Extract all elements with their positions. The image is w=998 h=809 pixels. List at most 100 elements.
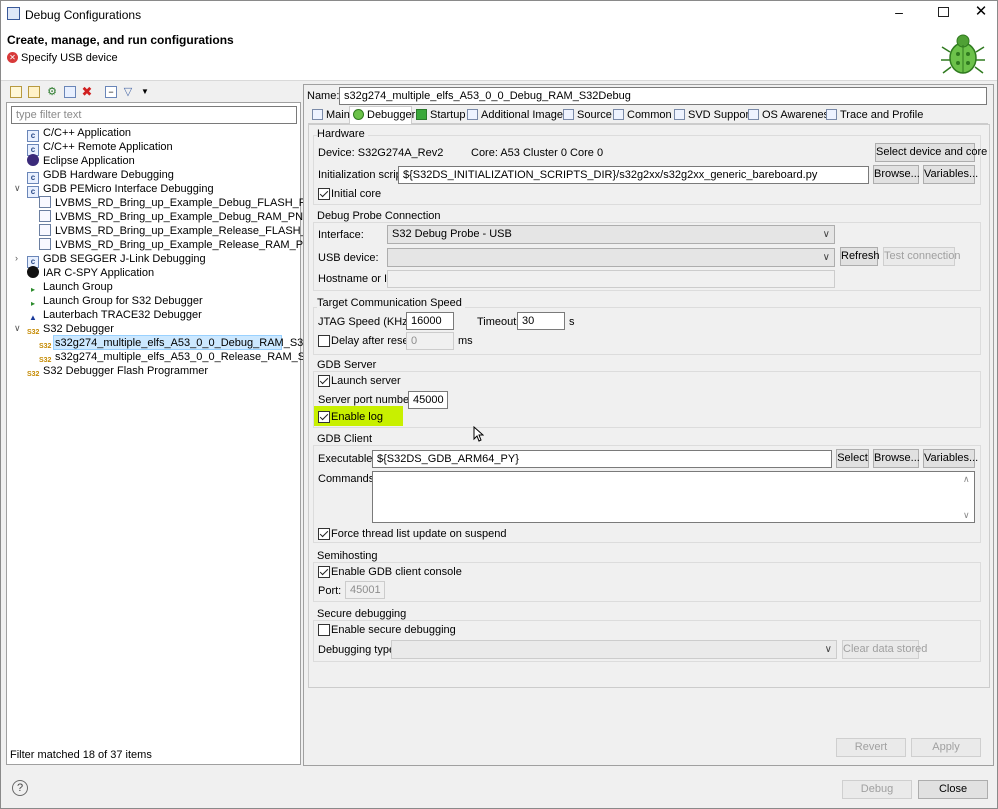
tree-item-cpp-app[interactable]: c C/C++ Application <box>27 126 131 142</box>
tree-item-gdb-segger[interactable]: c GDB SEGGER J-Link Debugging <box>27 252 206 268</box>
duplicate-icon[interactable] <box>64 86 76 98</box>
app-icon <box>7 7 20 20</box>
tab-main[interactable]: Main <box>312 108 350 123</box>
initial-core-checkbox[interactable] <box>318 188 330 200</box>
tree-item-launch-group-s32[interactable]: ▸ Launch Group for S32 Debugger <box>27 294 203 308</box>
scroll-down-icon[interactable]: ∨ <box>963 510 970 521</box>
usb-device-select[interactable]: ∨ <box>387 248 835 267</box>
interface-select[interactable]: S32 Debug Probe - USB ∨ <box>387 225 835 244</box>
tree-item-s32-flash[interactable]: S32 S32 Debugger Flash Programmer <box>27 364 208 378</box>
enable-log-checkbox[interactable] <box>318 411 330 423</box>
chevron-down-icon[interactable]: ∨ <box>14 183 21 194</box>
select-device-core-button[interactable]: Select device and core <box>875 143 987 162</box>
tab-svd-support[interactable]: SVD Support <box>674 108 752 123</box>
force-thread-checkbox[interactable] <box>318 528 330 540</box>
enable-secure-checkbox[interactable] <box>318 624 330 636</box>
c-file-icon: c <box>27 186 39 198</box>
minimize-button[interactable]: – <box>891 5 907 20</box>
tree-item-pe-release-flash[interactable]: LVBMS_RD_Bring_up_Example_Release_FLASH_… <box>39 224 329 238</box>
executable-variables-button[interactable]: Variables... <box>923 449 978 468</box>
delay-input[interactable]: 0 <box>406 332 454 350</box>
semihosting-port-input[interactable]: 45001 <box>345 581 385 599</box>
collapse-all-icon[interactable]: − <box>105 86 117 98</box>
chevron-down-icon[interactable]: ∨ <box>14 323 21 334</box>
tree-item-pe-debug-flash[interactable]: LVBMS_RD_Bring_up_Example_Debug_FLASH_PN… <box>39 196 321 210</box>
close-window-button[interactable]: ✕ <box>973 4 989 20</box>
name-input[interactable]: s32g274_multiple_elfs_A53_0_0_Debug_RAM_… <box>339 87 987 105</box>
debug-button[interactable]: Debug <box>842 780 912 799</box>
executable-label: Executable: <box>318 453 376 465</box>
maximize-button[interactable] <box>938 7 949 17</box>
refresh-button[interactable]: Refresh <box>840 247 880 266</box>
init-variables-button[interactable]: Variables... <box>923 165 978 184</box>
apply-button[interactable]: Apply <box>911 738 981 757</box>
tab-startup[interactable]: Startup <box>416 108 465 123</box>
clear-data-button[interactable]: Clear data stored <box>842 640 927 659</box>
probe-title: Debug Probe Connection <box>317 210 444 222</box>
close-button[interactable]: Close <box>918 780 988 799</box>
source-tab-icon <box>563 109 574 120</box>
scroll-up-icon[interactable]: ∧ <box>963 474 970 485</box>
tree-item-iar[interactable]: IAR C-SPY Application <box>27 266 154 280</box>
executable-browse-button[interactable]: Browse... <box>873 449 920 468</box>
gdb-client-title: GDB Client <box>317 433 376 445</box>
iar-icon <box>27 266 39 278</box>
config-file-icon <box>39 210 51 222</box>
tree-item-cpp-remote[interactable]: c C/C++ Remote Application <box>27 140 173 156</box>
delay-after-reset-checkbox[interactable] <box>318 335 330 347</box>
timeout-input[interactable]: 30 <box>517 312 565 330</box>
chevron-down-icon: ∨ <box>824 644 832 655</box>
jtag-speed-input[interactable]: 16000 <box>406 312 454 330</box>
tree-item-launch-group[interactable]: ▸ Launch Group <box>27 280 113 294</box>
init-browse-button[interactable]: Browse... <box>873 165 920 184</box>
tree-item-gdb-pemicro[interactable]: c GDB PEMicro Interface Debugging <box>27 182 214 198</box>
common-tab-icon <box>613 109 624 120</box>
usb-device-label: USB device: <box>318 252 379 264</box>
tree-item-pe-release-ram[interactable]: LVBMS_RD_Bring_up_Example_Release_RAM_PN… <box>39 238 318 252</box>
filter-icon[interactable]: ▽ <box>122 86 134 98</box>
server-port-input[interactable]: 45000 <box>408 391 448 409</box>
tree-item-s32-debug-ram[interactable]: S32 s32g274_multiple_elfs_A53_0_0_Debug_R… <box>39 336 342 350</box>
tab-additional-images[interactable]: Additional Images <box>467 108 568 123</box>
tab-source[interactable]: Source <box>563 108 612 123</box>
filter-input[interactable]: type filter text <box>11 106 297 124</box>
tree-item-s32-debugger[interactable]: S32 S32 Debugger <box>27 322 114 336</box>
revert-button[interactable]: Revert <box>836 738 906 757</box>
main-tab-icon <box>312 109 323 120</box>
hostname-input[interactable] <box>387 270 835 288</box>
new-prototype-icon[interactable] <box>28 86 40 98</box>
tab-common[interactable]: Common <box>613 108 672 123</box>
window-title: Debug Configurations <box>25 8 142 22</box>
tree-item-eclipse-app[interactable]: Eclipse Application <box>27 154 135 168</box>
secure-title: Secure debugging <box>317 608 410 620</box>
tree-item-lauterbach[interactable]: ▲ Lauterbach TRACE32 Debugger <box>27 308 202 322</box>
test-connection-button[interactable]: Test connection <box>883 247 960 266</box>
name-label: Name: <box>307 90 340 102</box>
tab-trace-profile[interactable]: Trace and Profile <box>826 108 923 123</box>
launch-server-checkbox[interactable] <box>318 375 330 387</box>
tab-os-awareness[interactable]: OS Awareness <box>748 108 835 123</box>
config-file-icon <box>39 196 51 208</box>
help-icon[interactable]: ? <box>12 780 28 796</box>
init-script-input[interactable]: ${S32DS_INITIALIZATION_SCRIPTS_DIR}/s32g… <box>398 166 869 184</box>
executable-select-button[interactable]: Select <box>836 449 869 468</box>
commands-textarea[interactable] <box>372 471 975 523</box>
export-icon[interactable]: ⚙ <box>46 86 58 98</box>
enable-gdb-console-checkbox[interactable] <box>318 566 330 578</box>
filter-menu-chevron-down-icon[interactable]: ▼ <box>139 86 151 98</box>
mouse-cursor-icon <box>473 426 484 442</box>
executable-input[interactable]: ${S32DS_GDB_ARM64_PY} <box>372 450 832 468</box>
chevron-right-icon[interactable]: › <box>15 253 18 263</box>
tree-item-pe-debug-ram[interactable]: LVBMS_RD_Bring_up_Example_Debug_RAM_PNE <box>39 210 310 224</box>
config-file-icon <box>39 224 51 236</box>
launch-server-label: Launch server <box>331 375 401 387</box>
title-bar: Debug Configurations – ✕ <box>1 1 997 26</box>
dialog-header: Create, manage, and run configurations ✕… <box>1 26 997 81</box>
tab-debugger[interactable]: Debugger <box>353 108 415 123</box>
tree-item-gdb-hw[interactable]: c GDB Hardware Debugging <box>27 168 174 184</box>
debugging-type-select[interactable]: ∨ <box>391 640 837 659</box>
new-config-icon[interactable] <box>10 86 22 98</box>
enable-log-label: Enable log <box>331 411 383 423</box>
delete-icon[interactable]: ✖ <box>81 85 93 98</box>
s32-icon: S32 <box>27 371 40 378</box>
